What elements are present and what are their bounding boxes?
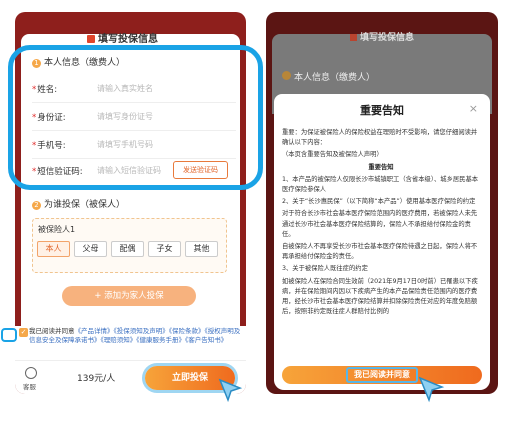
modal-body: 重要：为保证被保险人的保险权益在理赔时不受影响，请您仔细阅读并确认以下内容： （… (282, 128, 480, 319)
notice-paragraph: 2、关于“长沙惠民保”（以下简称“本产品”）使用基本医疗保险的约定 (282, 198, 476, 206)
flag-icon (349, 34, 357, 41)
agreement-text: 我已阅读并同意《产品详情》《投保须知及声明》《保险条款》《授权声明及信息安全及保… (29, 327, 241, 344)
agree-checkbox[interactable]: ✓ (19, 328, 28, 337)
section-payer-dimmed: 本人信息（缴费人） (282, 70, 375, 83)
section-insured-header: 2 为谁投保（被保人） (32, 197, 125, 210)
doc-link[interactable]: 《理赔须知》 (101, 336, 137, 344)
insured-card: 被保险人1 本人 父母 配偶 子女 其他 (32, 218, 227, 273)
doc-link[interactable]: 《客户告知书》 (185, 336, 227, 344)
notice-heading: 重要告知 (368, 163, 394, 171)
relation-self[interactable]: 本人 (37, 241, 70, 257)
relation-parents[interactable]: 父母 (74, 241, 107, 257)
service-label[interactable]: 客服 (23, 381, 36, 391)
agreement-strip: ✓ 我已阅读并同意《产品详情》《投保须知及声明》《保险条款》《授权声明及信息安全… (15, 326, 246, 360)
price-label: 139元/人 (77, 374, 116, 384)
relation-children[interactable]: 子女 (148, 241, 181, 257)
checkbox-highlight (1, 328, 17, 342)
doc-link[interactable]: 《保险条款》 (169, 327, 205, 335)
notice-modal: 重要告知 × 重要：为保证被保险人的保险权益在理赔时不受影响，请您仔细阅读并确认… (274, 94, 490, 390)
doc-link[interactable]: 《投保须知及声明》 (114, 327, 169, 335)
notice-paragraph: 自被保险人不再享受长沙市社会基本医疗保险待遇之日起，保险人将不再承担给付保险金的… (282, 243, 478, 261)
notice-paragraph: 3、关于被保险人既往症的约定 (282, 265, 368, 273)
section-insured-label: 为谁投保（被保人） (44, 200, 126, 210)
doc-link[interactable]: 《健康服务手册》 (136, 336, 185, 344)
notice-paragraph: 1、本产品的被保险人仅限长沙市城镇职工（含省本级）、城乡居民基本医疗保险参保人 (282, 175, 479, 194)
bottom-bar: 客服 139元/人 立即投保 (15, 360, 246, 394)
page-title-dimmed: 填写投保信息 (266, 30, 498, 43)
notice-paragraph: 如被保险人在保险合同生效前（2021年9月17日0时前）已罹患以下疾病，并在保险… (282, 277, 478, 316)
notice-paragraph: （本页含重要告知及被保险人声明） (282, 151, 383, 159)
add-family-button[interactable]: + 添加为家人投保 (62, 286, 196, 306)
relation-selector: 本人 父母 配偶 子女 其他 (37, 241, 218, 257)
read-agree-button[interactable]: 我已阅读并同意 (282, 366, 482, 384)
insured-label: 被保险人1 (38, 225, 76, 234)
close-icon[interactable]: × (469, 102, 478, 115)
notice-paragraph: 重要：为保证被保险人的保险权益在理赔时不受影响，请您仔细阅读并确认以下内容： (282, 129, 478, 147)
doc-link[interactable]: 《产品详情》 (75, 327, 114, 335)
highlight-frame (8, 45, 263, 190)
headset-icon[interactable] (25, 367, 37, 379)
step-number-icon (282, 71, 291, 80)
flag-icon (87, 35, 95, 43)
modal-title: 重要告知 (360, 104, 404, 117)
relation-other[interactable]: 其他 (185, 241, 218, 257)
notice-paragraph: 对于符合长沙市社会基本医疗保险范围内的医疗费用，若被保险人未先通过长沙市社会基本… (282, 210, 478, 238)
step-number: 2 (32, 201, 41, 210)
relation-spouse[interactable]: 配偶 (111, 241, 144, 257)
page-title: 填写投保信息 (0, 30, 245, 45)
